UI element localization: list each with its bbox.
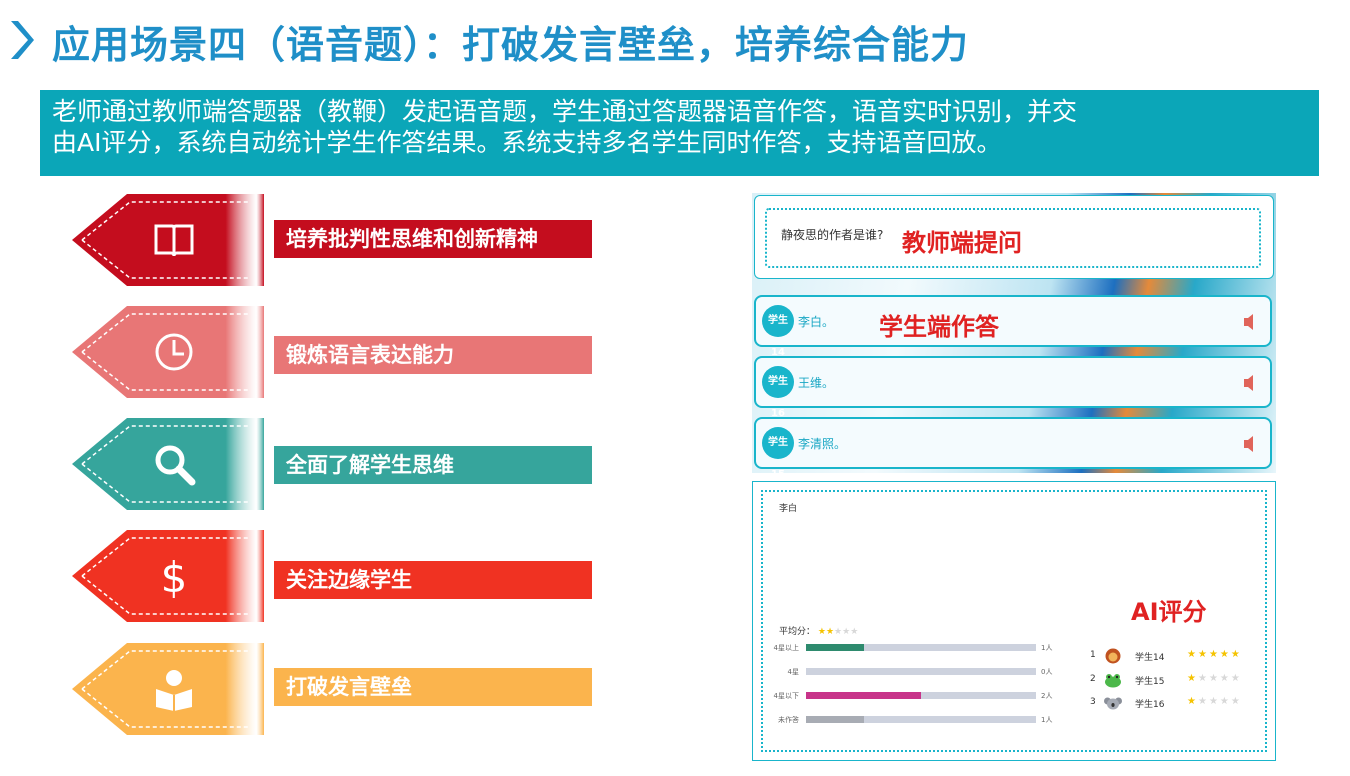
question-text: 静夜思的作者是谁?: [781, 228, 884, 242]
rank-number: 2: [1090, 674, 1096, 684]
rank-number: 1: [1090, 650, 1096, 660]
ai-score-panel: 李白 AI评分 平均分： ★★★★★ 4星以上 1人 4星 0人 4星以下 2人 未作答 1人…: [752, 481, 1276, 761]
distribution-label: 4星: [787, 668, 799, 676]
star-icon: ★: [1230, 696, 1242, 707]
rank-student-name: 学生15: [1135, 677, 1165, 687]
star-icon: ★: [1197, 673, 1209, 684]
teacher-student-panel: 静夜思的作者是谁? 教师端提问 学生14 李白。 学生端作答 学生16 王维。 …: [752, 193, 1276, 473]
distribution-count: 0人: [1041, 668, 1053, 676]
answer-label: 李白: [779, 504, 798, 514]
chevron-right-icon: [11, 21, 34, 59]
distribution-count: 2人: [1041, 692, 1053, 700]
clock-icon: [150, 328, 198, 376]
star-icon: ★: [825, 627, 835, 637]
distribution-label: 4星以上: [773, 644, 799, 652]
student-avatar: 学生14: [762, 305, 794, 358]
student-answer-note: 学生端作答: [879, 313, 999, 341]
search-icon: [150, 440, 198, 488]
star-icon: ★: [1219, 649, 1231, 660]
speaker-icon[interactable]: [1242, 374, 1254, 392]
lion-avatar-icon: [1104, 648, 1122, 668]
star-icon: ★: [1197, 696, 1209, 707]
rank-student-name: 学生14: [1135, 653, 1165, 663]
rank-stars: ★★★★★: [1187, 696, 1242, 707]
star-icon: ★: [1208, 673, 1220, 684]
student-avatar: 学生15: [762, 427, 794, 473]
koala-avatar-icon: [1104, 695, 1122, 715]
star-icon: ★: [1208, 649, 1220, 660]
feature-label: 锻炼语言表达能力: [274, 336, 592, 374]
rank-number: 3: [1090, 697, 1096, 707]
rank-stars: ★★★★★: [1187, 649, 1242, 660]
distribution-bar: [806, 668, 1036, 675]
average-score-label: 平均分： ★★★★★: [779, 624, 858, 637]
distribution-bar-fill: [806, 692, 921, 699]
book-icon: [150, 216, 198, 264]
answer-row[interactable]: 学生15 李清照。: [754, 417, 1272, 473]
feature-label: 关注边缘学生: [274, 561, 592, 599]
feature-ribbon: $: [72, 530, 264, 622]
feature-ribbon: [72, 306, 264, 398]
intro-description: 老师通过教师端答题器（教鞭）发起语音题，学生通过答题器语音作答，语音实时识别，并…: [40, 90, 1319, 176]
feature-ribbon: [72, 643, 264, 735]
star-icon: ★: [817, 627, 826, 637]
dollar-icon: $: [150, 552, 198, 600]
feature-label: 全面了解学生思维: [274, 446, 592, 484]
reader-icon: [150, 665, 198, 713]
star-icon: ★: [1187, 696, 1198, 707]
star-icon: ★: [834, 627, 843, 637]
answer-row[interactable]: 学生16 王维。: [754, 356, 1272, 419]
star-icon: ★: [1197, 649, 1209, 660]
distribution-bar-fill: [806, 716, 864, 723]
feature-label: 打破发言壁垒: [274, 668, 592, 706]
speaker-icon[interactable]: [1242, 313, 1254, 331]
speaker-icon[interactable]: [1242, 435, 1254, 453]
answer-text: 王维。: [798, 376, 835, 390]
intro-line-1: 老师通过教师端答题器（教鞭）发起语音题，学生通过答题器语音作答，语音实时识别，并…: [52, 97, 1078, 126]
answer-text: 李白。: [798, 315, 835, 329]
intro-line-2: 由AI评分，系统自动统计学生作答结果。系统支持多名学生同时作答，支持语音回放。: [52, 128, 1002, 157]
answer-text: 李清照。: [798, 437, 847, 451]
distribution-count: 1人: [1041, 644, 1053, 652]
frog-avatar-icon: [1104, 672, 1122, 692]
student-avatar: 学生16: [762, 366, 794, 419]
star-icon: ★: [850, 627, 859, 637]
ai-score-note: AI评分: [1131, 598, 1207, 626]
distribution-bar: [806, 716, 1036, 723]
feature-ribbon: [72, 418, 264, 510]
rank-stars: ★★★★★: [1187, 673, 1242, 684]
distribution-label: 4星以下: [773, 692, 799, 700]
distribution-bar: [806, 644, 1036, 651]
star-icon: ★: [1187, 673, 1198, 684]
star-icon: ★: [1219, 696, 1231, 707]
svg-text:$: $: [161, 553, 188, 600]
star-icon: ★: [1187, 649, 1198, 660]
star-icon: ★: [1219, 673, 1231, 684]
star-icon: ★: [1230, 673, 1242, 684]
star-icon: ★: [1208, 696, 1220, 707]
page-title: 应用场景四（语音题）：打破发言壁垒，培养综合能力: [52, 23, 970, 67]
star-icon: ★: [842, 627, 851, 637]
average-stars: ★★★★★: [815, 627, 858, 637]
average-score-text: 平均分：: [779, 627, 816, 637]
star-icon: ★: [1230, 649, 1242, 660]
teacher-question-note: 教师端提问: [902, 229, 1022, 257]
distribution-label: 未作答: [778, 716, 799, 724]
answer-row[interactable]: 学生14 李白。: [754, 295, 1272, 358]
distribution-count: 1人: [1041, 716, 1053, 724]
feature-label: 培养批判性思维和创新精神: [274, 220, 592, 258]
feature-ribbon: [72, 194, 264, 286]
distribution-bar: [806, 692, 1036, 699]
distribution-bar-fill: [806, 644, 864, 651]
rank-student-name: 学生16: [1135, 700, 1165, 710]
